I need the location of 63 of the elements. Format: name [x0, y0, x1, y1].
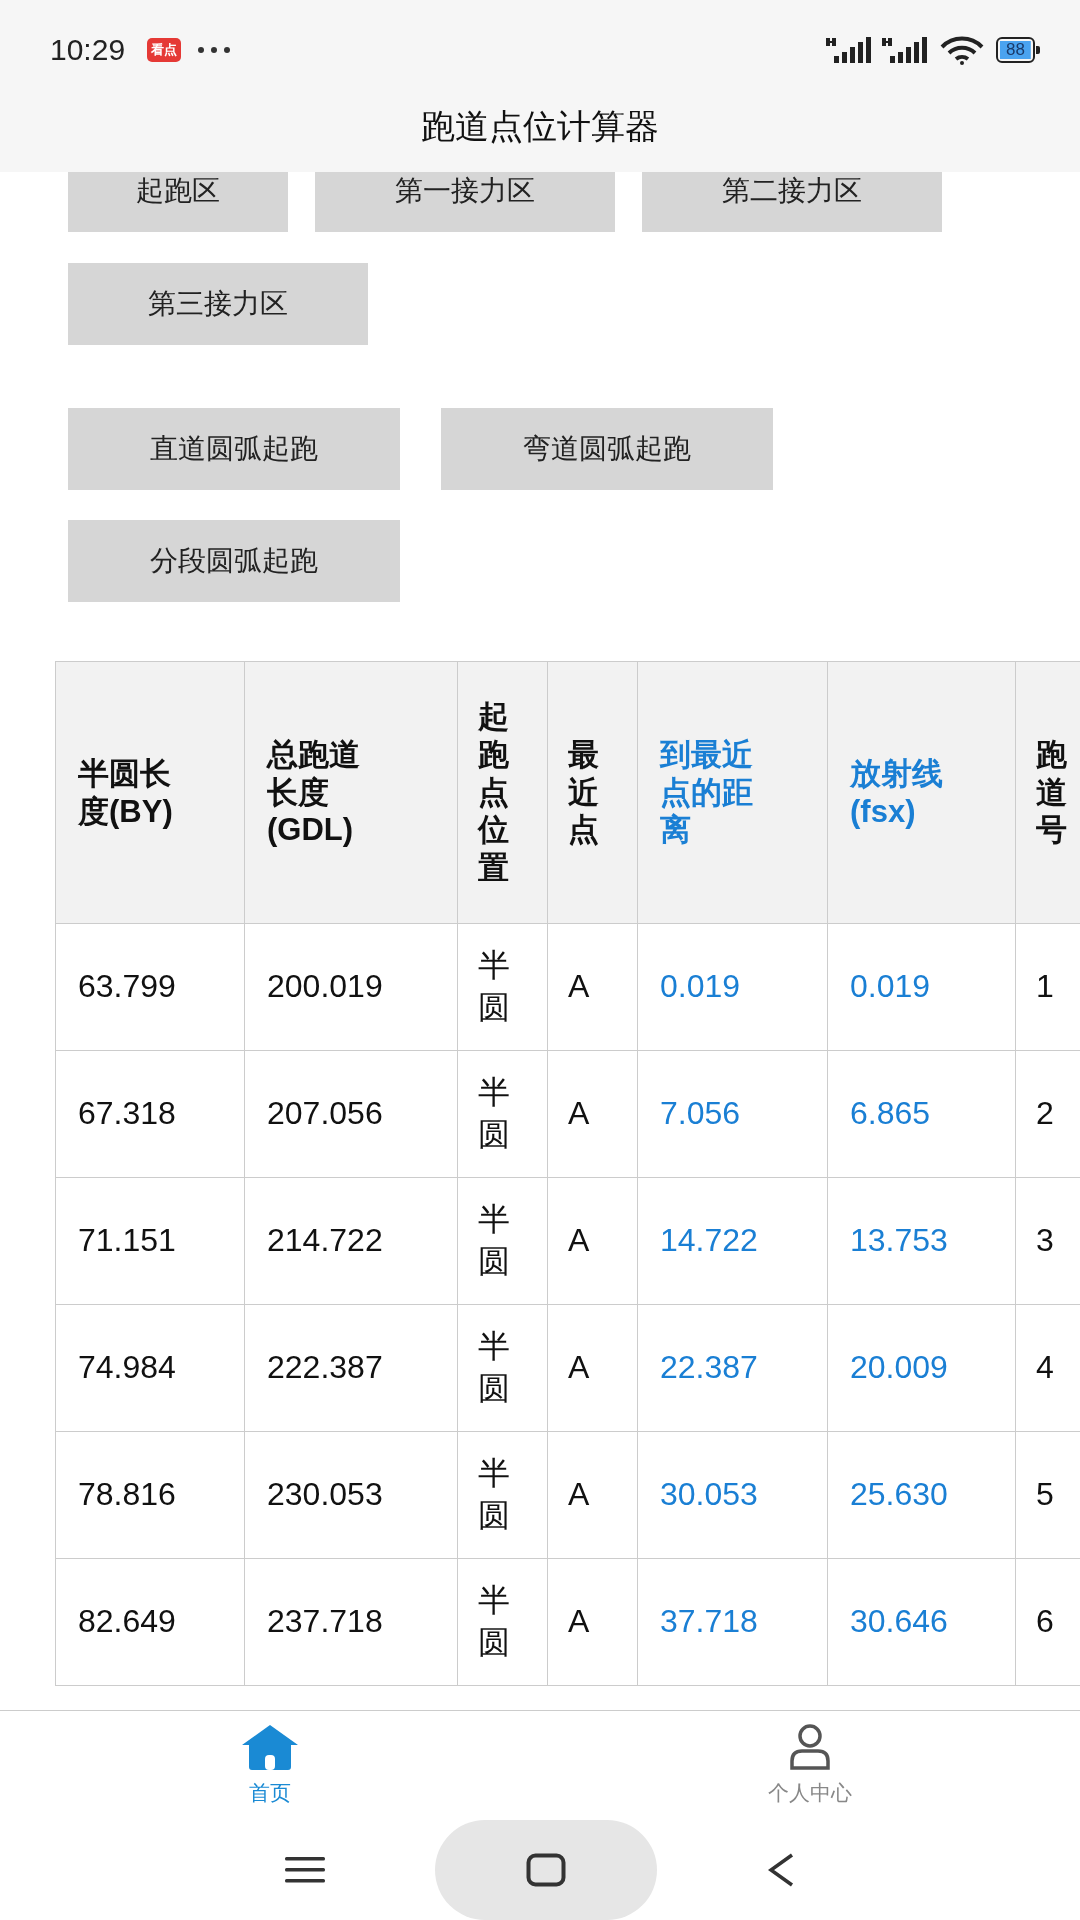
table-cell: 237.718 — [244, 1558, 458, 1686]
table-cell: 82.649 — [55, 1558, 245, 1686]
back-icon[interactable] — [767, 1852, 795, 1888]
home-icon — [240, 1723, 300, 1771]
table-cell: 230.053 — [244, 1431, 458, 1559]
page-title: 跑道点位计算器 — [421, 106, 659, 147]
column-header: 到最近点的距离 — [637, 661, 828, 924]
table-cell: 20.009 — [827, 1304, 1016, 1432]
table-cell: 30.053 — [637, 1431, 828, 1559]
clock-time: 10:29 — [50, 33, 126, 67]
table-cell: 半圆 — [457, 1431, 548, 1559]
table-cell: 22.387 — [637, 1304, 828, 1432]
table-cell: A — [547, 923, 638, 1051]
column-header: 放射线(fsx) — [827, 661, 1016, 924]
zone-button[interactable]: 起跑区 — [68, 172, 288, 232]
table-cell: 207.056 — [244, 1050, 458, 1178]
table-cell: 半圆 — [457, 923, 548, 1051]
table-cell: 半圆 — [457, 1558, 548, 1686]
column-header: 总跑道长度(GDL) — [244, 661, 458, 924]
table-cell: 半圆 — [457, 1304, 548, 1432]
table-cell: 222.387 — [244, 1304, 458, 1432]
table-cell: 63.799 — [55, 923, 245, 1051]
battery-indicator: 88 — [996, 37, 1040, 63]
table-cell: 6.865 — [827, 1050, 1016, 1178]
table-cell: A — [547, 1431, 638, 1559]
more-icon — [197, 46, 232, 54]
start-mode-button[interactable]: 直道圆弧起跑 — [68, 408, 400, 490]
app-notification-icon: 看点 — [147, 38, 182, 62]
zone-button[interactable]: 第三接力区 — [68, 263, 368, 345]
menu-icon[interactable] — [285, 1855, 325, 1885]
table-cell: 25.630 — [827, 1431, 1016, 1559]
table-cell: 30.646 — [827, 1558, 1016, 1686]
table-cell: 200.019 — [244, 923, 458, 1051]
table-cell: 0.019 — [637, 923, 828, 1051]
start-mode-button[interactable]: 分段圆弧起跑 — [68, 520, 400, 602]
table-cell: 78.816 — [55, 1431, 245, 1559]
signal-icon — [882, 36, 929, 64]
table-cell: 74.984 — [55, 1304, 245, 1432]
table-cell: 71.151 — [55, 1177, 245, 1305]
table-cell: A — [547, 1050, 638, 1178]
column-header: 半圆长度(BY) — [55, 661, 245, 924]
column-header: 最近点 — [547, 661, 638, 924]
nav-tab[interactable]: 个人中心 — [540, 1711, 1080, 1820]
table-cell: 214.722 — [244, 1177, 458, 1305]
table-cell: 0.019 — [827, 923, 1016, 1051]
table-cell: 14.722 — [637, 1177, 828, 1305]
table-cell: A — [547, 1177, 638, 1305]
table-cell: 37.718 — [637, 1558, 828, 1686]
table-cell: 半圆 — [457, 1050, 548, 1178]
table-cell: 67.318 — [55, 1050, 245, 1178]
table-cell: 13.753 — [827, 1177, 1016, 1305]
zone-button[interactable]: 第一接力区 — [315, 172, 615, 232]
square-icon — [526, 1853, 566, 1887]
table-cell: A — [547, 1304, 638, 1432]
nav-tab[interactable]: 首页 — [0, 1711, 540, 1820]
zone-button[interactable]: 第二接力区 — [642, 172, 942, 232]
table-cell: A — [547, 1558, 638, 1686]
column-header: 起跑点位置 — [457, 661, 548, 924]
start-mode-button[interactable]: 弯道圆弧起跑 — [441, 408, 773, 490]
table-cell: 半圆 — [457, 1177, 548, 1305]
table-cell: 7.056 — [637, 1050, 828, 1178]
signal-icon — [826, 36, 873, 64]
column-header: 跑道号 — [1015, 661, 1080, 924]
